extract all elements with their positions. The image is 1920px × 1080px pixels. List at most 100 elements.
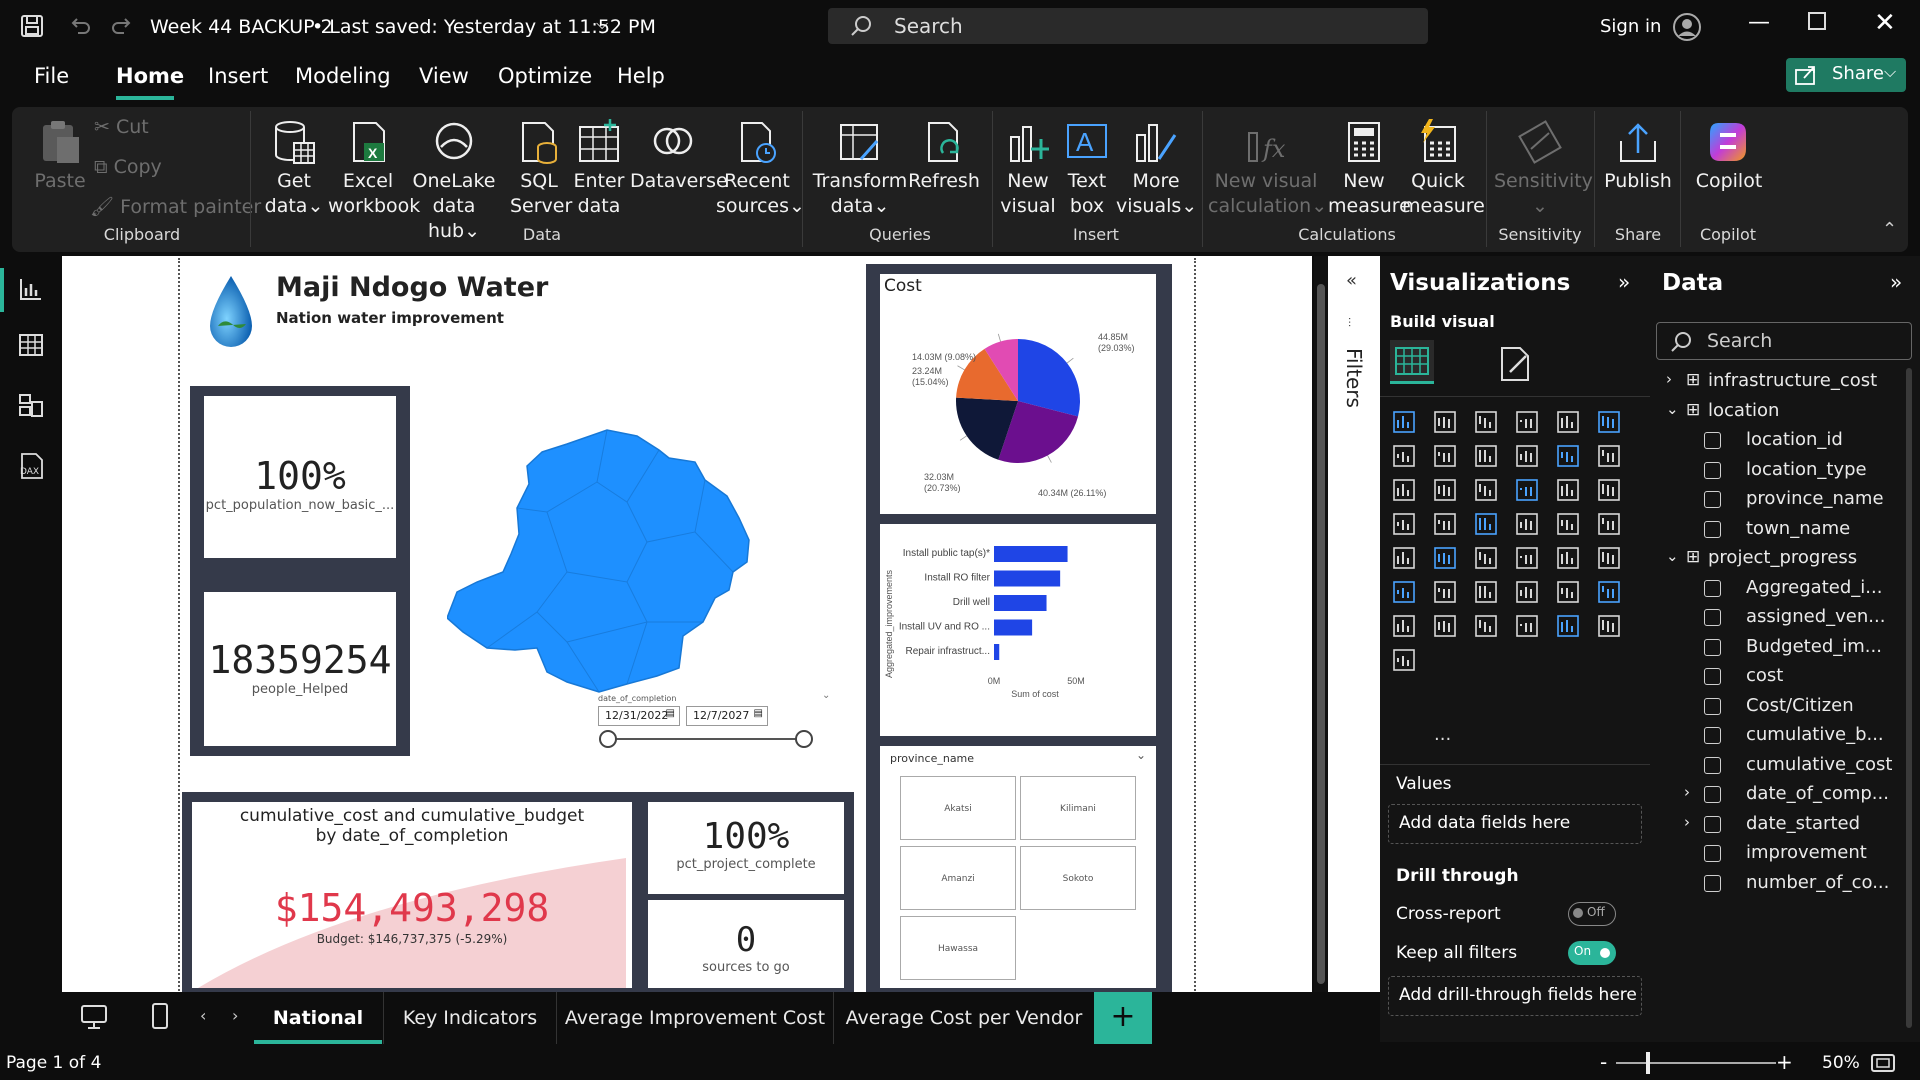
tab-average-improvement-cost[interactable]: Average Improvement Cost (557, 992, 833, 1044)
qa-icon[interactable] (1554, 578, 1584, 608)
100-column-icon[interactable] (1595, 408, 1625, 438)
collapse-data-icon[interactable]: » (1890, 270, 1902, 294)
province-tile[interactable]: Akatsi (900, 776, 1016, 840)
prev-page-icon[interactable]: ‹ (200, 1006, 206, 1025)
field-checkbox[interactable] (1704, 874, 1721, 892)
minimize-icon[interactable]: — (1748, 10, 1770, 35)
tab-national[interactable]: National (254, 992, 382, 1044)
collapse-ribbon-icon[interactable]: ⌃ (1882, 219, 1897, 240)
publish-button[interactable]: Publish (1600, 119, 1676, 194)
maximize-icon[interactable] (1808, 12, 1826, 30)
data-scrollbar[interactable] (1906, 368, 1912, 1028)
stacked-column-icon[interactable] (1431, 408, 1461, 438)
sensitivity-button[interactable]: Sensitivity ⌄ (1494, 119, 1593, 219)
narrative-icon[interactable] (1595, 578, 1625, 608)
province-map[interactable] (447, 422, 827, 722)
funnel-icon[interactable] (1390, 476, 1420, 506)
chevron-right-icon[interactable]: › (1684, 813, 1690, 831)
field-checkbox[interactable] (1704, 491, 1721, 508)
account-icon[interactable] (1672, 12, 1702, 42)
get-data-button[interactable]: Get data⌄ (264, 119, 324, 219)
menu-view[interactable]: View (419, 64, 469, 88)
desktop-layout-icon[interactable] (80, 1004, 108, 1030)
kpi-icon[interactable] (1472, 544, 1502, 574)
text-box-button[interactable]: A Text box (1060, 119, 1114, 219)
mobile-layout-icon[interactable] (150, 1002, 170, 1030)
area-icon[interactable] (1431, 442, 1461, 472)
paste-button[interactable]: Paste (28, 119, 92, 194)
quick-measure-button[interactable]: Quick measure (1402, 119, 1485, 219)
province-tile[interactable]: Hawassa (900, 916, 1016, 980)
sign-in-link[interactable]: Sign in (1600, 16, 1661, 37)
search-box[interactable]: Search (828, 8, 1428, 44)
field-checkbox[interactable] (1704, 520, 1721, 538)
table-icon[interactable] (1554, 544, 1584, 574)
chevron-right-icon[interactable]: › (1666, 370, 1672, 388)
sql-server-button[interactable]: SQL Server (510, 119, 572, 219)
filled-map-icon[interactable] (1472, 510, 1502, 540)
shape-map-icon[interactable] (1513, 510, 1543, 540)
bar[interactable] (994, 546, 1068, 562)
power-automate-icon[interactable] (1513, 612, 1543, 642)
recent-sources-button[interactable]: Recent sources⌄ (716, 119, 805, 219)
clustered-column-icon[interactable] (1513, 408, 1543, 438)
field-checkbox[interactable] (1704, 609, 1721, 626)
field-checkbox[interactable] (1704, 727, 1721, 744)
close-icon[interactable]: ✕ (1874, 8, 1896, 38)
field-checkbox[interactable] (1704, 461, 1721, 479)
add-page-button[interactable]: + (1094, 992, 1152, 1044)
paginated-icon[interactable] (1431, 612, 1461, 642)
kpi-card-population[interactable]: 100% pct_population_now_basic_... (204, 396, 396, 558)
clustered-bar-icon[interactable] (1472, 408, 1502, 438)
new-visual-calculation-button[interactable]: fx New visual calculation⌄ (1208, 119, 1327, 219)
matrix-icon[interactable] (1595, 544, 1625, 574)
dax-query-icon[interactable]: DAX (16, 452, 46, 480)
bar[interactable] (994, 619, 1033, 636)
scrollbar-thumb[interactable] (1317, 284, 1325, 984)
donut-icon[interactable] (1595, 476, 1625, 506)
more-visuals-icon[interactable]: ... (1434, 724, 1451, 745)
excel-button[interactable]: X Excel workbook (328, 119, 420, 219)
bar[interactable] (994, 595, 1047, 611)
cut-button[interactable]: ✂ Cut (94, 115, 149, 140)
field-checkbox[interactable] (1704, 815, 1721, 833)
transform-data-button[interactable]: Transform data⌄ (812, 119, 908, 219)
field-checkbox[interactable] (1704, 638, 1721, 656)
trophy-icon[interactable] (1390, 612, 1420, 642)
menu-file[interactable]: File (34, 64, 69, 88)
bar[interactable] (994, 644, 1000, 660)
ribbon-icon[interactable] (1554, 442, 1584, 472)
kpi-card-projects[interactable]: 100% pct_project_complete (648, 802, 844, 894)
treemap-icon[interactable] (1390, 510, 1420, 540)
model-view-icon[interactable] (18, 392, 44, 418)
save-icon[interactable] (20, 14, 44, 38)
filters-pane[interactable]: « ⫶ Filters (1328, 256, 1380, 1042)
field-checkbox[interactable] (1704, 668, 1721, 685)
improvement-bar-chart[interactable]: Aggregated_improvements Install public ta… (880, 524, 1156, 736)
bar[interactable] (994, 570, 1061, 587)
expand-filters-icon[interactable]: « (1346, 270, 1357, 291)
funnel2-icon[interactable] (1472, 476, 1502, 506)
field-checkbox[interactable] (1704, 579, 1721, 597)
format-painter-button[interactable]: 🖌 Format painter (90, 195, 261, 220)
province-tile[interactable]: Sokoto (1020, 846, 1136, 910)
cumulative-cost-card[interactable]: cumulative_cost and cumulative_budget by… (192, 802, 632, 988)
arcgis-icon[interactable] (1390, 646, 1420, 676)
field-checkbox[interactable] (1704, 786, 1721, 803)
menu-modeling[interactable]: Modeling (295, 64, 391, 88)
multi-card-icon[interactable] (1431, 544, 1461, 574)
100-bar-icon[interactable] (1554, 408, 1584, 438)
menu-home[interactable]: Home (116, 64, 184, 88)
fit-to-page-icon[interactable] (1870, 1052, 1896, 1074)
province-tile[interactable]: Kilimani (1020, 776, 1136, 840)
end-date-input[interactable]: 12/7/2027 ▤ (686, 706, 768, 726)
copilot-button[interactable]: Copilot (1686, 119, 1772, 194)
power-apps-icon[interactable] (1472, 612, 1502, 642)
copy-button[interactable]: ⧉ Copy (94, 155, 162, 180)
start-date-input[interactable]: 12/31/2022 ▤ (598, 706, 680, 726)
data-search-input[interactable]: Search (1656, 322, 1912, 360)
refresh-button[interactable]: Refresh (904, 119, 984, 194)
dataverse-button[interactable]: Dataverse (630, 119, 728, 194)
share-button[interactable]: Share ⌵ (1786, 58, 1906, 92)
zoom-in-button[interactable]: + (1776, 1050, 1793, 1074)
